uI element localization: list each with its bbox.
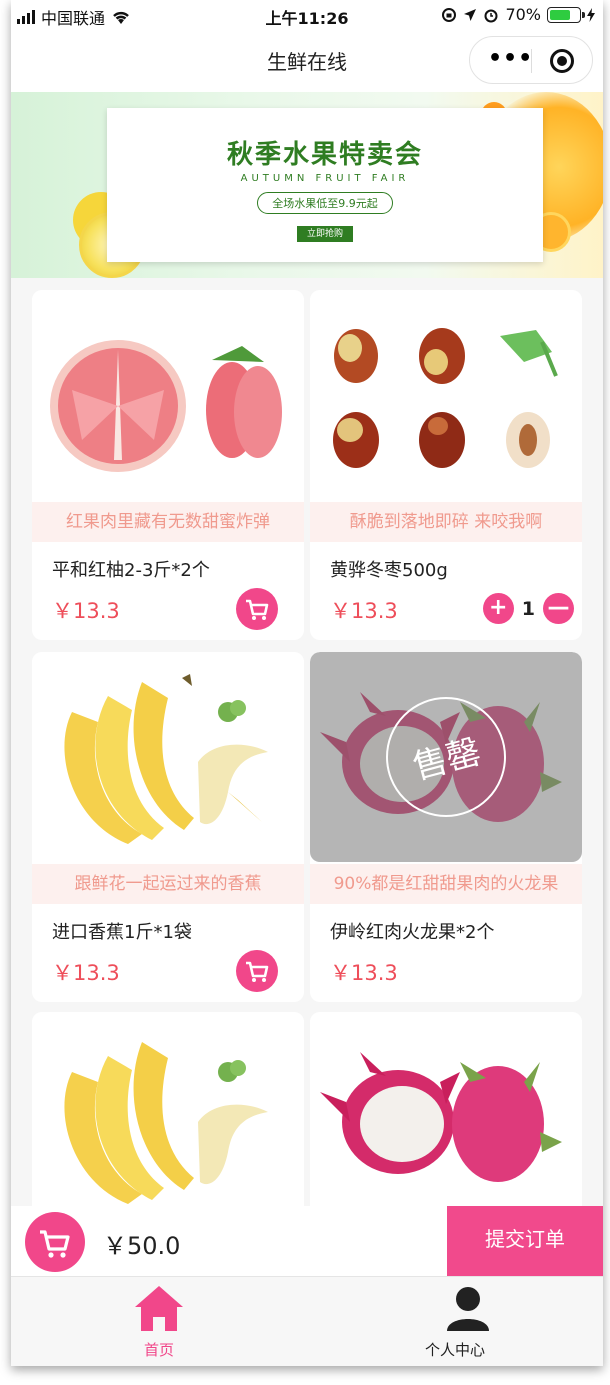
submit-order-button[interactable]: 提交订单 (447, 1206, 603, 1276)
status-bar: 中国联通 上午11:26 70% (11, 0, 603, 30)
charging-icon (587, 7, 595, 22)
rotation-lock-icon (442, 7, 457, 22)
product-card[interactable]: 酥脆到落地即碎 来咬我啊 黄骅冬枣500g ￥13.3 + 1 — (310, 290, 582, 640)
cart-total: ￥50.0 (103, 1232, 181, 1260)
banner-button[interactable]: 立即抢购 (297, 226, 353, 242)
cart-icon (40, 1230, 70, 1258)
status-right: 70% (441, 5, 595, 24)
cart-icon (246, 961, 269, 982)
phone-screen: 中国联通 上午11:26 70% 生鲜在线 ••• 秋季水果特卖会 AUTUMN… (11, 0, 603, 1366)
product-name: 黄骅冬枣500g (330, 560, 448, 581)
product-price: ￥13.3 (52, 961, 120, 985)
soldout-overlay: 售罄 (310, 652, 582, 862)
add-to-cart-button[interactable] (236, 950, 278, 992)
product-card[interactable]: 红果肉里藏有无数甜蜜炸弹 平和红柚2-3斤*2个 ￥13.3 (32, 290, 304, 640)
product-name: 平和红柚2-3斤*2个 (52, 560, 210, 581)
capsule-divider (531, 49, 532, 73)
more-dots-icon[interactable]: ••• (488, 48, 533, 70)
cart-button[interactable] (25, 1212, 85, 1272)
product-name: 进口香蕉1斤*1袋 (52, 922, 192, 943)
banner-pill: 全场水果低至9.9元起 (257, 192, 393, 214)
alarm-icon (484, 9, 498, 22)
target-circle-icon[interactable] (550, 49, 574, 73)
banner-card: 秋季水果特卖会 AUTUMN FRUIT FAIR 全场水果低至9.9元起 立即… (107, 108, 543, 262)
product-price: ￥13.3 (330, 961, 398, 985)
increase-quantity-button[interactable]: + (482, 593, 514, 624)
product-price: ￥13.3 (52, 599, 120, 623)
navigation-bar: 生鲜在线 ••• (11, 30, 603, 92)
quantity-value: 1 (521, 597, 535, 620)
pomelo-image (32, 290, 304, 500)
quantity-stepper: + 1 — (482, 593, 574, 624)
tab-home[interactable]: 首页 (11, 1277, 307, 1366)
banner-title: 秋季水果特卖会 (226, 140, 423, 170)
banner-subtitle: AUTUMN FRUIT FAIR (240, 173, 410, 184)
mini-program-capsule: ••• (469, 36, 593, 84)
person-icon (447, 1287, 489, 1331)
tab-home-label: 首页 (143, 1341, 174, 1359)
product-card[interactable] (310, 1012, 582, 1232)
promo-banner[interactable]: 秋季水果特卖会 AUTUMN FRUIT FAIR 全场水果低至9.9元起 立即… (11, 92, 603, 278)
product-price: ￥13.3 (330, 599, 398, 623)
banana-image (32, 1012, 304, 1222)
battery-icon (547, 6, 585, 23)
cart-icon (246, 599, 269, 620)
battery-percent: 70% (505, 5, 541, 24)
jujube-image (310, 290, 582, 500)
location-icon (464, 8, 477, 21)
tab-profile-label: 个人中心 (424, 1341, 485, 1359)
home-icon (135, 1286, 183, 1331)
product-card-soldout[interactable]: 售罄 90%都是红甜甜果肉的火龙果 伊岭红肉火龙果*2个 ￥13.3 (310, 652, 582, 1002)
product-card[interactable]: 跟鲜花一起运过来的香蕉 进口香蕉1斤*1袋 ￥13.3 (32, 652, 304, 1002)
product-slogan: 酥脆到落地即碎 来咬我啊 (310, 502, 582, 542)
cart-summary-bar: ￥50.0 提交订单 (11, 1206, 603, 1276)
banana-image (32, 652, 304, 862)
product-slogan: 90%都是红甜甜果肉的火龙果 (310, 864, 582, 904)
product-name: 伊岭红肉火龙果*2个 (330, 922, 495, 943)
product-slogan: 跟鲜花一起运过来的香蕉 (32, 864, 304, 904)
add-to-cart-button[interactable] (236, 588, 278, 630)
product-slogan: 红果肉里藏有无数甜蜜炸弹 (32, 502, 304, 542)
tab-profile[interactable]: 个人中心 (307, 1277, 603, 1366)
decrease-quantity-button[interactable]: — (543, 593, 574, 624)
tab-bar: 首页 个人中心 (11, 1276, 603, 1366)
dragon-fruit-image (310, 1012, 582, 1222)
product-card[interactable] (32, 1012, 304, 1232)
